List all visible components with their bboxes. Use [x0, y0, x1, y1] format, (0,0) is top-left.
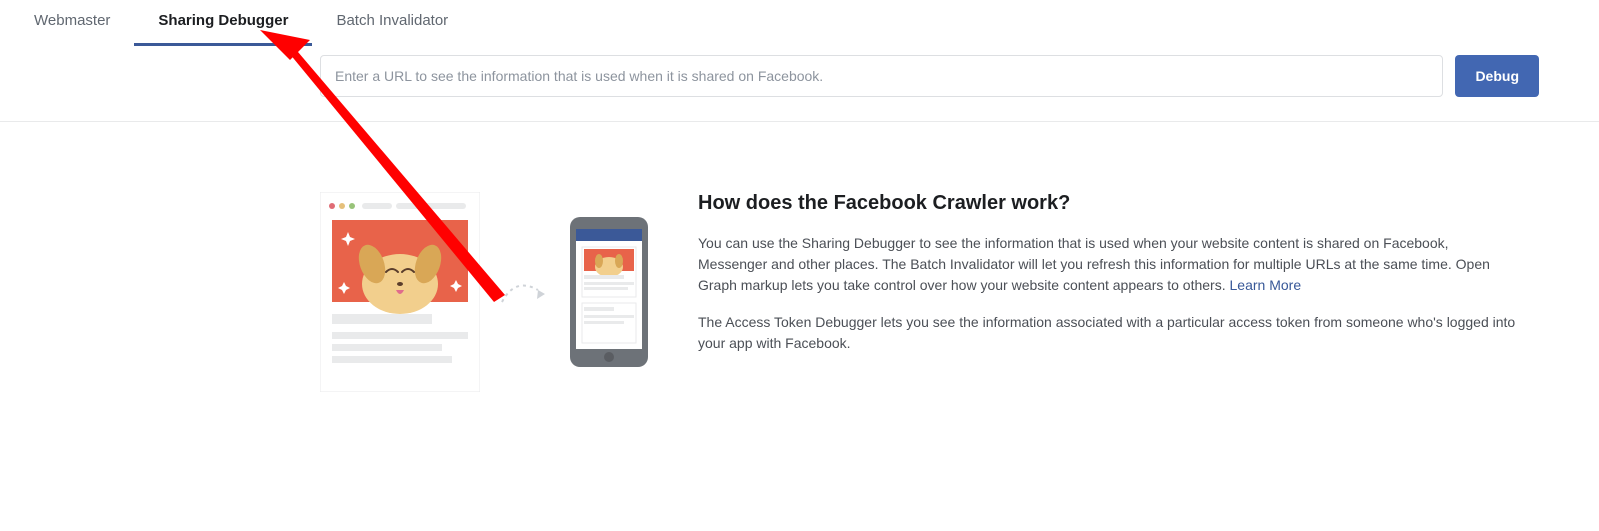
- info-section: How does the Facebook Crawler work? You …: [698, 192, 1518, 370]
- tab-sharing-debugger[interactable]: Sharing Debugger: [134, 0, 312, 46]
- tabs-bar: Webmaster Sharing Debugger Batch Invalid…: [0, 0, 1599, 47]
- debug-button[interactable]: Debug: [1455, 55, 1539, 97]
- info-paragraph-1-text: You can use the Sharing Debugger to see …: [698, 235, 1490, 293]
- tab-webmaster[interactable]: Webmaster: [10, 0, 134, 46]
- illustration: [320, 192, 648, 392]
- phone-illustration: [570, 217, 648, 367]
- content-area: How does the Facebook Crawler work? You …: [0, 122, 1599, 432]
- browser-card-illustration: [320, 192, 480, 392]
- url-input[interactable]: [320, 55, 1443, 97]
- search-row: Debug: [0, 55, 1599, 122]
- learn-more-link[interactable]: Learn More: [1230, 277, 1302, 293]
- info-paragraph-1: You can use the Sharing Debugger to see …: [698, 233, 1518, 296]
- info-heading: How does the Facebook Crawler work?: [698, 192, 1518, 215]
- tab-batch-invalidator[interactable]: Batch Invalidator: [312, 0, 472, 46]
- transfer-arrow-icon: [500, 272, 550, 312]
- info-paragraph-2: The Access Token Debugger lets you see t…: [698, 312, 1518, 354]
